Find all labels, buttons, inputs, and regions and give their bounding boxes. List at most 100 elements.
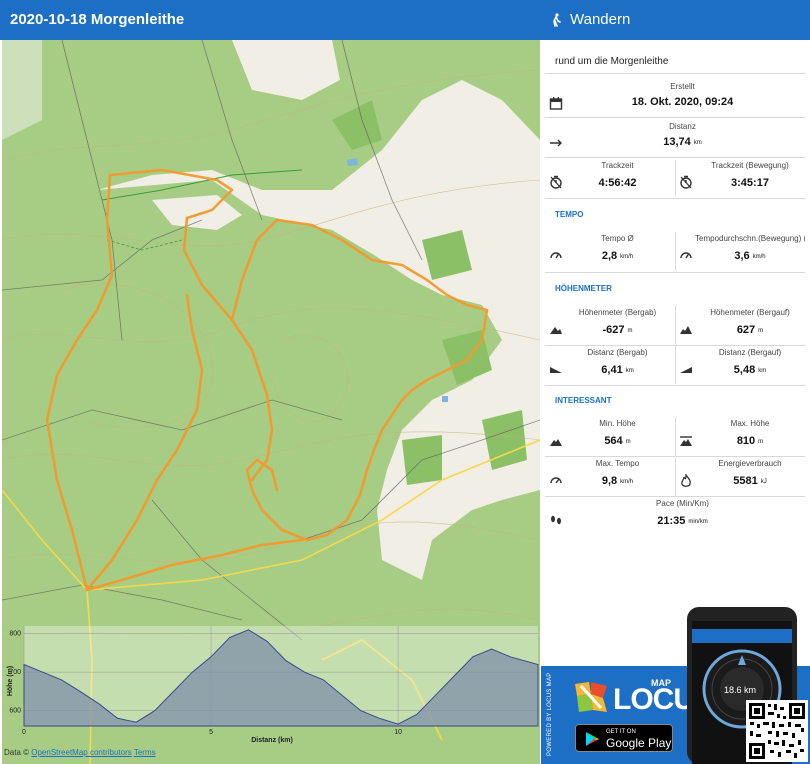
dist-down-value: 6,41 <box>601 364 623 376</box>
y-tick-label: 800 <box>9 631 21 638</box>
activity-label: Wandern <box>570 11 631 28</box>
track-description: rund um die Morgenleithe <box>555 56 669 67</box>
divider <box>675 418 676 456</box>
created-cell: Erstellt 18. Okt. 2020, 09:24 <box>560 82 805 108</box>
created-value: 18. Okt. 2020, 09:24 <box>631 96 734 108</box>
x-tick-label: 10 <box>394 729 402 736</box>
tempo-moving-unit: km/h <box>752 254 766 260</box>
energy-label: Energieverbrauch <box>718 459 782 468</box>
divider <box>675 160 676 196</box>
divider <box>675 306 676 344</box>
divider <box>675 458 676 496</box>
min-alt-label: Min. Höhe <box>599 419 636 428</box>
promo-side-text: POWERED BY LOCUS MAP <box>547 672 553 756</box>
page-title: 2020-10-18 Morgenleithe <box>10 11 185 28</box>
speedometer-icon <box>550 252 562 259</box>
tracktime-moving-cell: Trackzeit (Bewegung) 3:45:17 <box>695 161 805 189</box>
tempo-label: Tempo Ø <box>601 234 634 243</box>
tracktime-moving-value: 3:45:17 <box>731 177 769 189</box>
energy-cell: Energieverbrauch 5581 kJ <box>695 459 805 487</box>
stopwatch-moving-icon <box>680 175 692 189</box>
divider <box>675 346 676 384</box>
divider <box>545 385 805 386</box>
distance-label: Distanz <box>669 122 696 131</box>
tracktime-cell: Trackzeit 4:56:42 <box>565 161 670 189</box>
created-label: Erstellt <box>670 82 695 91</box>
flame-icon <box>681 474 691 487</box>
google-play-button[interactable]: GET IT ON Google Play <box>575 724 673 752</box>
app-header: 2020-10-18 Morgenleithe Wandern <box>0 0 810 40</box>
descent-value: -627 <box>602 324 625 336</box>
divider <box>545 117 805 118</box>
ascent-label: Höhenmeter (Bergauf) <box>710 308 790 317</box>
max-altitude-icon <box>680 436 692 446</box>
max-alt-cell: Max. Höhe 810 m <box>695 419 805 447</box>
divider <box>545 73 805 74</box>
max-tempo-label: Max. Tempo <box>595 459 640 468</box>
divider <box>545 157 805 158</box>
max-tempo-value: 9,8 <box>601 475 618 487</box>
ascent-cell: Höhenmeter (Bergauf) 627 m <box>695 308 805 336</box>
dist-up-unit: km <box>758 368 767 374</box>
store-line2: Google Play <box>606 736 672 750</box>
min-alt-unit: m <box>625 439 631 445</box>
descent-cell: Höhenmeter (Bergab) -627 m <box>565 308 670 336</box>
osm-link[interactable]: OpenStreetMap contributors <box>31 748 132 757</box>
section-interesting: INTERESSANT <box>555 396 612 405</box>
divider <box>545 496 805 497</box>
activity-type: Wandern <box>550 11 630 28</box>
max-tempo-cell: Max. Tempo 9,8 km/h <box>565 459 670 487</box>
divider <box>545 456 805 457</box>
descent-unit: m <box>627 328 633 334</box>
distance-unit: km <box>693 140 702 146</box>
max-alt-value: 810 <box>736 435 756 447</box>
tempo-unit: km/h <box>620 254 634 260</box>
max-tempo-unit: km/h <box>620 479 634 485</box>
dist-down-unit: km <box>625 368 634 374</box>
min-altitude-icon <box>550 439 562 446</box>
slope-up-icon <box>680 367 692 373</box>
dist-down-cell: Distanz (Bergab) 6,41 km <box>565 348 670 376</box>
elevation-chart[interactable]: 800700600 0 5 10 Höhe (m) Distanz (km) <box>2 626 540 764</box>
max-alt-unit: m <box>758 439 764 445</box>
y-axis-label: Höhe (m) <box>7 666 14 696</box>
tempo-moving-value: 3,6 <box>734 250 750 262</box>
pace-label: Pace (Min/Km) <box>656 499 709 508</box>
x-tick-label: 5 <box>209 729 213 736</box>
ascent-icon <box>680 326 692 334</box>
section-tempo: TEMPO <box>555 210 584 219</box>
energy-unit: kJ <box>760 479 767 485</box>
tempo-moving-cell: Tempodurchschn.(Bewegung) (B. 3,6 km/h <box>695 234 805 262</box>
play-store-icon <box>586 732 599 746</box>
dist-down-label: Distanz (Bergab) <box>587 348 648 357</box>
divider <box>545 198 805 199</box>
x-tick-labels: 0 5 10 <box>22 729 402 736</box>
ascent-unit: m <box>758 328 764 334</box>
tempo-value: 2,8 <box>601 250 618 262</box>
speedometer-moving-icon <box>680 252 692 259</box>
phone-toolbar <box>692 629 792 643</box>
tempo-moving-label: Tempodurchschn.(Bewegung) (B. <box>695 234 805 243</box>
dist-up-cell: Distanz (Bergauf) 5,48 km <box>695 348 805 376</box>
distance-cell: Distanz 13,74 km <box>560 122 805 148</box>
x-tick-label: 0 <box>22 729 26 736</box>
terms-link[interactable]: Terms <box>134 748 156 757</box>
distance-value: 13,74 <box>663 136 691 148</box>
dist-up-value: 5,48 <box>733 364 756 376</box>
max-alt-label: Max. Höhe <box>730 419 770 428</box>
phone-distance: 18.6 km <box>724 685 757 695</box>
hiking-icon <box>553 12 561 27</box>
store-line1: GET IT ON <box>606 729 636 735</box>
pace-value: 21:35 <box>657 515 686 527</box>
pace-unit: min/km <box>688 519 708 525</box>
ascent-value: 627 <box>736 324 756 336</box>
locus-logo-icon <box>573 680 611 714</box>
x-axis-label: Distanz (km) <box>251 737 293 744</box>
dist-up-label: Distanz (Bergauf) <box>718 348 782 357</box>
pace-cell: Pace (Min/Km) 21:35 min/km <box>560 499 805 527</box>
min-alt-value: 564 <box>604 435 623 447</box>
qr-code[interactable] <box>746 700 808 762</box>
tempo-cell: Tempo Ø 2,8 km/h <box>565 234 670 262</box>
divider <box>545 272 805 273</box>
tracktime-value: 4:56:42 <box>598 177 637 189</box>
